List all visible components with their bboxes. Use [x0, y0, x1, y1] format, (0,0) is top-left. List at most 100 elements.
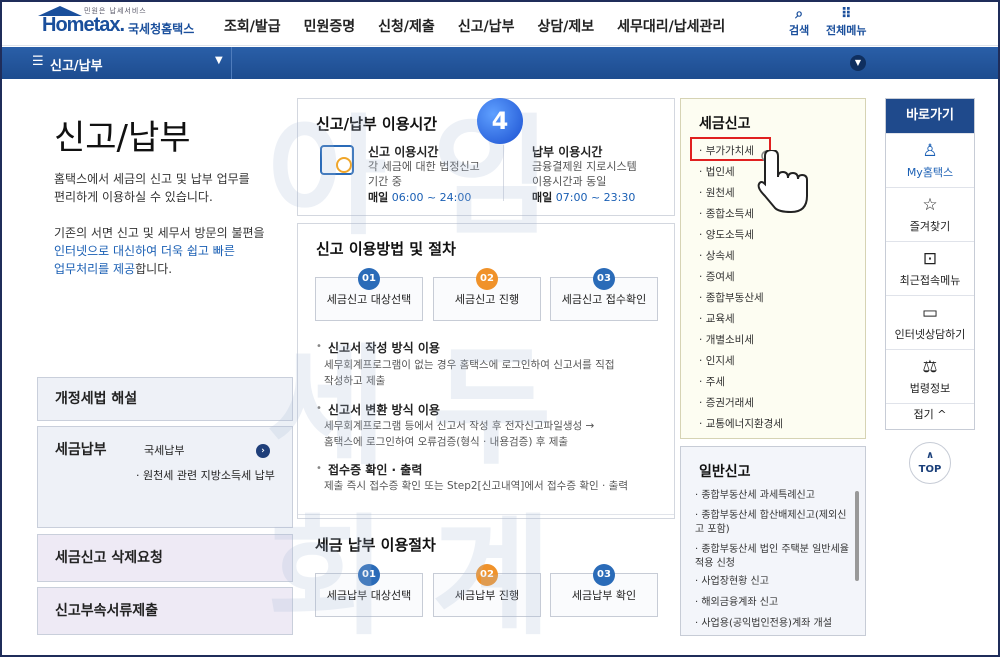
hamburger-icon[interactable]: ☰: [32, 54, 44, 69]
pay-step-label: 세금납부 대상선택: [326, 589, 412, 602]
breadcrumb-current[interactable]: 신고/납부: [50, 55, 103, 74]
general-item-label: 종합부동산세 법인 주택분 일반세율 적용 신청: [695, 544, 849, 569]
step-proceed[interactable]: 02 세금신고 진행: [433, 268, 541, 321]
general-item[interactable]: · 사업장현황 신고: [695, 575, 851, 589]
quick-recent[interactable]: ⊡ 최근접속메뉴: [886, 241, 974, 295]
tax-item-stamp[interactable]: · 인지세: [699, 353, 735, 368]
tax-item-energy[interactable]: · 교통에너지환경세: [699, 416, 783, 431]
quick-favorites[interactable]: ☆ 즐겨찾기: [886, 187, 974, 241]
top-button[interactable]: ∧ TOP: [909, 442, 951, 484]
quick-menu-title: 바로가기: [886, 99, 974, 133]
tax-item-consumption[interactable]: · 개별소비세: [699, 332, 754, 347]
dropdown-caret-icon[interactable]: ▼: [215, 55, 223, 66]
hours-divider: [503, 145, 504, 201]
quick-law[interactable]: ⚖ 법령정보: [886, 349, 974, 403]
hometax-logo[interactable]: 민원은 납세서비스 Hometax. 국세청홈택스: [36, 6, 216, 42]
method1-title: 신고서 작성 방식 이용: [328, 341, 440, 355]
step-confirm[interactable]: 03 세금신고 접수확인: [550, 268, 658, 321]
step-badge: 4: [477, 98, 523, 144]
general-item[interactable]: · 해외금융계좌 신고: [695, 596, 851, 610]
tax-item-gift[interactable]: · 증여세: [699, 269, 735, 284]
general-item[interactable]: · 사업용(공익법인전용)계좌 개설: [695, 617, 851, 631]
quick-item-label: 최근접속메뉴: [899, 274, 961, 287]
filing-daily-label: 매일: [368, 191, 389, 204]
fold-button[interactable]: 접기 ^: [886, 403, 974, 425]
intro-highlight: 인터넷으로 대신하여 더욱 쉽고 빠른: [54, 244, 235, 258]
logo-subtitle: 국세청홈택스: [128, 22, 195, 36]
general-item-label: 해외금융계좌 신고: [701, 597, 779, 608]
user-icon: ♙: [922, 141, 938, 161]
search-icon: ⌕: [795, 6, 804, 22]
tax-item-label: 종합부동산세: [705, 292, 764, 304]
pay-time: 매일 07:00 ~ 23:30: [532, 189, 635, 205]
general-item-label: 종합부동산세 과세특례신고: [701, 490, 815, 501]
tax-item-education[interactable]: · 교육세: [699, 311, 735, 326]
chevron-right-icon[interactable]: ›: [256, 444, 270, 458]
tax-item-property[interactable]: · 종합부동산세: [699, 290, 764, 305]
tax-item-inheritance[interactable]: · 상속세: [699, 248, 735, 263]
page-frame: 민원은 납세서비스 Hometax. 국세청홈택스 조회/발급 민원증명 신청/…: [0, 0, 1000, 657]
delete-request-label: 세금신고 삭제요청: [55, 550, 163, 566]
nav-item-consult[interactable]: 상담/제보: [537, 16, 594, 36]
pointer-hand-icon: [757, 150, 808, 214]
expand-down-icon[interactable]: ▼: [850, 55, 866, 71]
attachment-submit-box[interactable]: 신고부속서류제출: [37, 587, 293, 635]
tax-report-title: 세금신고: [699, 116, 751, 132]
nav-item-inquiry[interactable]: 조회/발급: [224, 16, 281, 36]
delete-request-box[interactable]: 세금신고 삭제요청: [37, 534, 293, 582]
method1-body: 세무회계프로그램이 없는 경우 홈택스에 로그인하여 신고서를 직접 작성하고 …: [324, 357, 615, 389]
tax-item-transfer[interactable]: · 양도소득세: [699, 227, 754, 242]
tax-item-income[interactable]: · 종합소득세: [699, 206, 754, 221]
nav-item-filing[interactable]: 신고/납부: [458, 16, 515, 36]
general-item[interactable]: · 종합부동산세 과세특례신고: [695, 489, 851, 503]
pay-step-number-3: 03: [593, 564, 615, 586]
general-item-label: 사업장현황 신고: [701, 576, 769, 587]
tax-item-securities[interactable]: · 증권거래세: [699, 395, 754, 410]
national-tax-payment-link[interactable]: 국세납부: [144, 442, 184, 458]
quick-item-label: 법령정보: [909, 382, 951, 395]
tax-item-withholding[interactable]: · 원천세: [699, 185, 735, 200]
general-item-label: 종합부동산세 합산배제신고(제외신고 포함): [695, 510, 847, 535]
method-body-line: 제출 즉시 접수증 확인 또는 Step2[신고내역]에서 접수증 확인 · 출…: [324, 480, 628, 492]
bullet-dot: •: [316, 463, 322, 474]
pay-step-number-2: 02: [476, 564, 498, 586]
quick-item-label: 즐겨찾기: [909, 220, 951, 233]
tax-reform-box[interactable]: 개정세법 해설: [37, 377, 293, 421]
local-income-tax-link[interactable]: · 원천세 관련 지방소득세 납부: [136, 467, 275, 483]
tax-reform-label: 개정세법 해설: [55, 391, 138, 407]
quick-consult[interactable]: ▭ 인터넷상담하기: [886, 295, 974, 349]
intro-highlight: 업무처리를 제공: [54, 262, 136, 276]
pay-step-select-target[interactable]: 01 세금납부 대상선택: [315, 564, 423, 617]
quick-my-hometax[interactable]: ♙ My홈택스: [886, 133, 974, 187]
method-body-line: 세무회계프로그램 등에서 신고서 작성 후 전자신고파일생성 →: [324, 420, 595, 432]
tax-item-label: 교육세: [705, 313, 735, 325]
quick-menu: 바로가기 ♙ My홈택스 ☆ 즐겨찾기 ⊡ 최근접속메뉴 ▭ 인터넷상담하기 ⚖ 법령정보…: [885, 98, 975, 430]
payproc-title: 세금 납부 이용절차: [315, 536, 436, 554]
pay-step-label: 세금납부 확인: [571, 589, 637, 602]
tax-item-label: 원천세: [705, 187, 735, 199]
step-number-3: 03: [593, 268, 615, 290]
tax-item-corporate[interactable]: · 법인세: [699, 164, 735, 179]
general-item[interactable]: · 종합부동산세 법인 주택분 일반세율 적용 신청: [695, 543, 851, 571]
pay-step-proceed[interactable]: 02 세금납부 진행: [433, 564, 541, 617]
nav-item-agent[interactable]: 세무대리/납세관리: [617, 16, 725, 36]
tax-item-label: 증권거래세: [705, 397, 754, 409]
intro-line: 홈택스에서 세금의 신고 및 납부 업무를: [54, 172, 250, 186]
pay-step-confirm[interactable]: 03 세금납부 확인: [550, 564, 658, 617]
step-number-2: 02: [476, 268, 498, 290]
search-button[interactable]: ⌕ 검색: [789, 6, 809, 38]
nav-item-application[interactable]: 신청/제출: [378, 16, 435, 36]
step-number-1: 01: [358, 268, 380, 290]
scrollbar[interactable]: [855, 491, 859, 581]
pay-step-number-1: 01: [358, 564, 380, 586]
nav-item-certificate[interactable]: 민원증명: [304, 16, 356, 36]
general-item[interactable]: · 종합부동산세 합산배제신고(제외신고 포함): [695, 509, 851, 537]
all-menu-button[interactable]: ⠿ 전체메뉴: [826, 6, 866, 38]
attachment-submit-label: 신고부속서류제출: [55, 603, 159, 619]
step-select-target[interactable]: 01 세금신고 대상선택: [315, 268, 423, 321]
tax-item-liquor[interactable]: · 주세: [699, 374, 725, 389]
filing-time: 매일 06:00 ~ 24:00: [368, 189, 471, 205]
chevron-up-icon: ∧: [925, 450, 935, 461]
search-label: 검색: [789, 24, 810, 37]
tax-item-label: 양도소득세: [705, 229, 754, 241]
